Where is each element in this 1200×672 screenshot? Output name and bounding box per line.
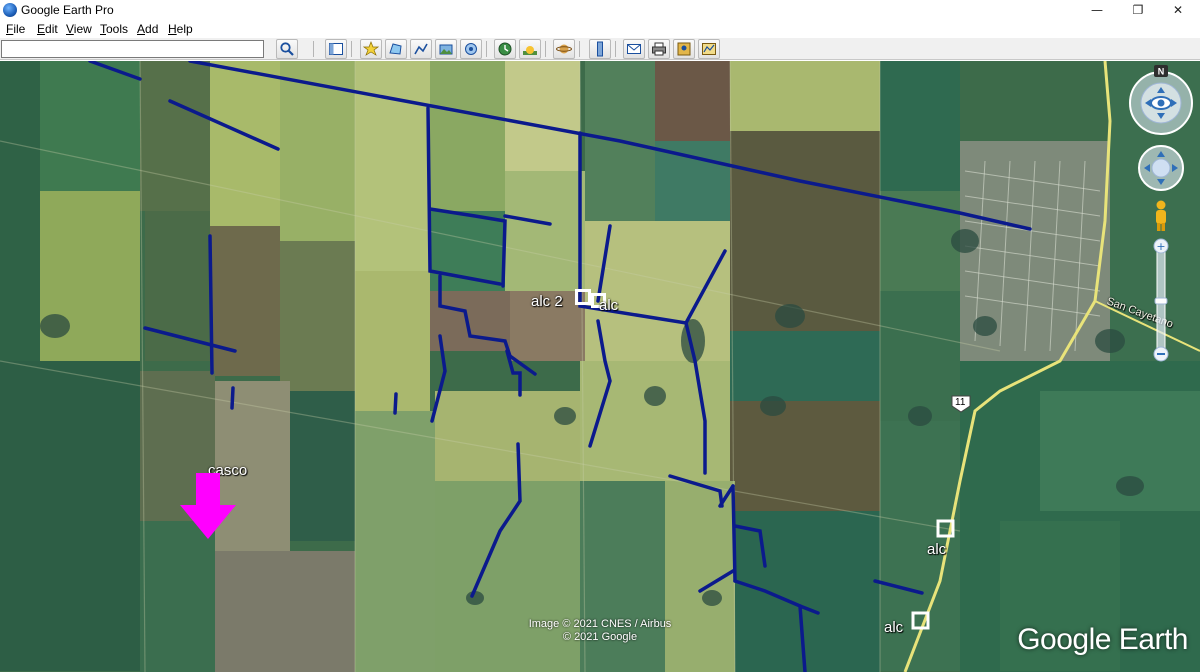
toolbar-separator xyxy=(545,41,546,57)
toolbar-separator xyxy=(313,41,314,57)
sunlight-button[interactable] xyxy=(519,39,541,59)
toolbar-separator xyxy=(579,41,580,57)
planets-button[interactable] xyxy=(553,39,575,59)
view-in-maps-button[interactable] xyxy=(698,39,720,59)
look-control[interactable] xyxy=(1129,71,1193,135)
planets-icon xyxy=(556,44,572,54)
attribution-line-2: © 2021 Google xyxy=(562,631,638,643)
menu-edit[interactable]: Edit xyxy=(37,22,58,36)
restore-button[interactable]: ❐ xyxy=(1118,0,1158,20)
label-alc-right-2: alc xyxy=(884,619,904,636)
add-placemark-icon xyxy=(363,41,379,56)
google-earth-logo: Google Earth xyxy=(1017,623,1188,656)
menu-tools[interactable]: Tools xyxy=(100,22,128,36)
alc-placemark-1[interactable] xyxy=(936,519,956,539)
add-image-overlay-icon xyxy=(439,44,453,55)
menu-help[interactable]: Help xyxy=(168,22,193,36)
title-bar: Google Earth Pro — ❐ ✕ xyxy=(0,0,1200,20)
search-icon xyxy=(280,42,294,56)
email-icon xyxy=(627,44,641,54)
view-in-maps-icon xyxy=(702,43,716,55)
toolbar xyxy=(0,38,1200,60)
historical-imagery-icon xyxy=(498,42,512,56)
google-earth-app-icon xyxy=(3,3,17,17)
search-button[interactable] xyxy=(276,39,298,59)
menu-view[interactable]: View xyxy=(66,22,92,36)
add-path-button[interactable] xyxy=(410,39,432,59)
menu-file[interactable]: File xyxy=(6,22,25,36)
toolbar-separator xyxy=(486,41,487,57)
label-alc-center: alc xyxy=(599,297,619,314)
close-button[interactable]: ✕ xyxy=(1158,0,1198,20)
zoom-in-icon: + xyxy=(1156,240,1165,253)
label-alc-2: alc 2 xyxy=(531,293,563,310)
save-image-button[interactable] xyxy=(673,39,695,59)
historical-imagery-button[interactable] xyxy=(494,39,516,59)
add-placemark-button[interactable] xyxy=(360,39,382,59)
alc-placemark-2[interactable] xyxy=(911,611,931,631)
menu-bar: File Edit View Tools Add Help xyxy=(0,20,1200,38)
route-number: 11 xyxy=(955,397,966,408)
sidebar-toggle-icon xyxy=(329,43,343,55)
minimize-button[interactable]: — xyxy=(1077,0,1117,20)
zoom-slider-handle[interactable] xyxy=(1154,297,1168,305)
toolbar-separator xyxy=(615,41,616,57)
record-tour-button[interactable] xyxy=(460,39,482,59)
map-view[interactable]: alc 2 alc alc alc casco San Cayetano 11 … xyxy=(0,61,1200,672)
navigation-controls: N + xyxy=(1129,65,1193,362)
toolbar-separator xyxy=(351,41,352,57)
sidebar-toggle-button[interactable] xyxy=(325,39,347,59)
pegman-icon[interactable] xyxy=(1156,200,1166,232)
add-polygon-icon xyxy=(389,43,402,55)
email-button[interactable] xyxy=(623,39,645,59)
menu-add[interactable]: Add xyxy=(137,22,158,36)
sunlight-icon xyxy=(523,46,537,55)
casco-arrow-marker[interactable] xyxy=(178,471,240,543)
zoom-slider[interactable]: + xyxy=(1153,238,1169,362)
save-image-icon xyxy=(677,42,691,56)
satellite-imagery xyxy=(0,61,1200,672)
ruler-button[interactable] xyxy=(589,39,611,59)
add-path-icon xyxy=(414,43,428,55)
imagery-attribution: Image © 2021 CNES / Airbus © 2021 Google xyxy=(515,618,685,644)
attribution-line-1: Image © 2021 CNES / Airbus xyxy=(528,618,672,630)
label-alc-right-1: alc xyxy=(927,541,947,558)
print-icon xyxy=(652,42,666,56)
search-input[interactable] xyxy=(1,40,264,58)
add-image-overlay-button[interactable] xyxy=(435,39,457,59)
window-title: Google Earth Pro xyxy=(21,3,114,17)
move-control[interactable] xyxy=(1138,145,1184,191)
zoom-out-icon xyxy=(1157,353,1165,355)
ruler-icon xyxy=(597,41,603,57)
compass-north-label: N xyxy=(1158,67,1165,77)
add-polygon-button[interactable] xyxy=(385,39,407,59)
record-tour-icon xyxy=(465,43,477,55)
print-button[interactable] xyxy=(648,39,670,59)
